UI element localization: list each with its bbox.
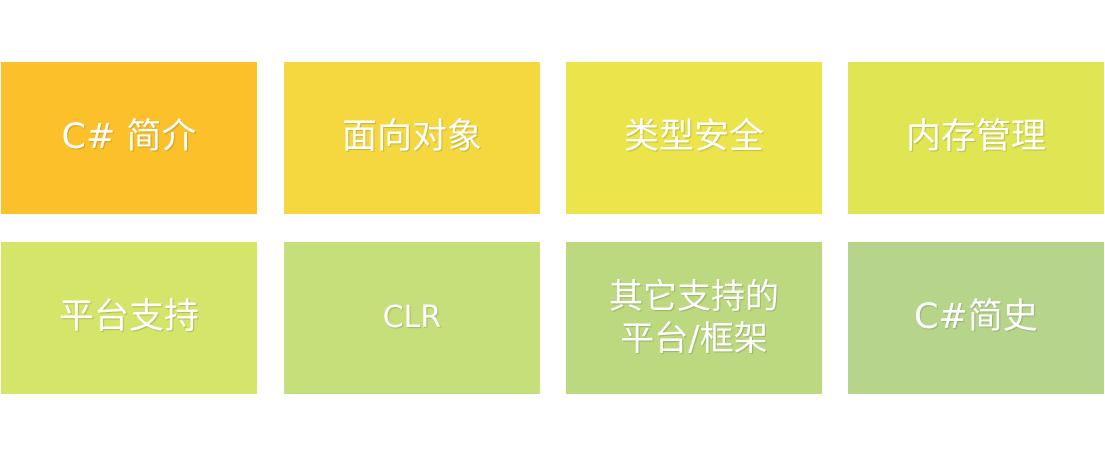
tile-label: CLR: [382, 300, 442, 336]
tile-other-platforms[interactable]: 其它支持的 平台/框架: [566, 242, 822, 394]
tile-platform-support[interactable]: 平台支持: [1, 242, 257, 394]
tile-csharp-intro[interactable]: C# 简介: [1, 62, 257, 214]
tile-label: 内存管理: [905, 117, 1046, 158]
tile-type-safety[interactable]: 类型安全: [566, 62, 822, 214]
tile-label: 类型安全: [623, 117, 764, 158]
tile-memory-management[interactable]: 内存管理: [848, 62, 1104, 214]
tile-object-oriented[interactable]: 面向对象: [284, 62, 540, 214]
tile-label: C#简史: [914, 297, 1038, 338]
tile-label: 其它支持的 平台/框架: [609, 276, 779, 360]
tile-label: 平台支持: [58, 297, 199, 338]
tile-clr[interactable]: CLR: [284, 242, 540, 394]
tile-csharp-history[interactable]: C#简史: [848, 242, 1104, 394]
tile-label: 面向对象: [341, 117, 482, 158]
tile-label: C# 简介: [61, 117, 197, 158]
